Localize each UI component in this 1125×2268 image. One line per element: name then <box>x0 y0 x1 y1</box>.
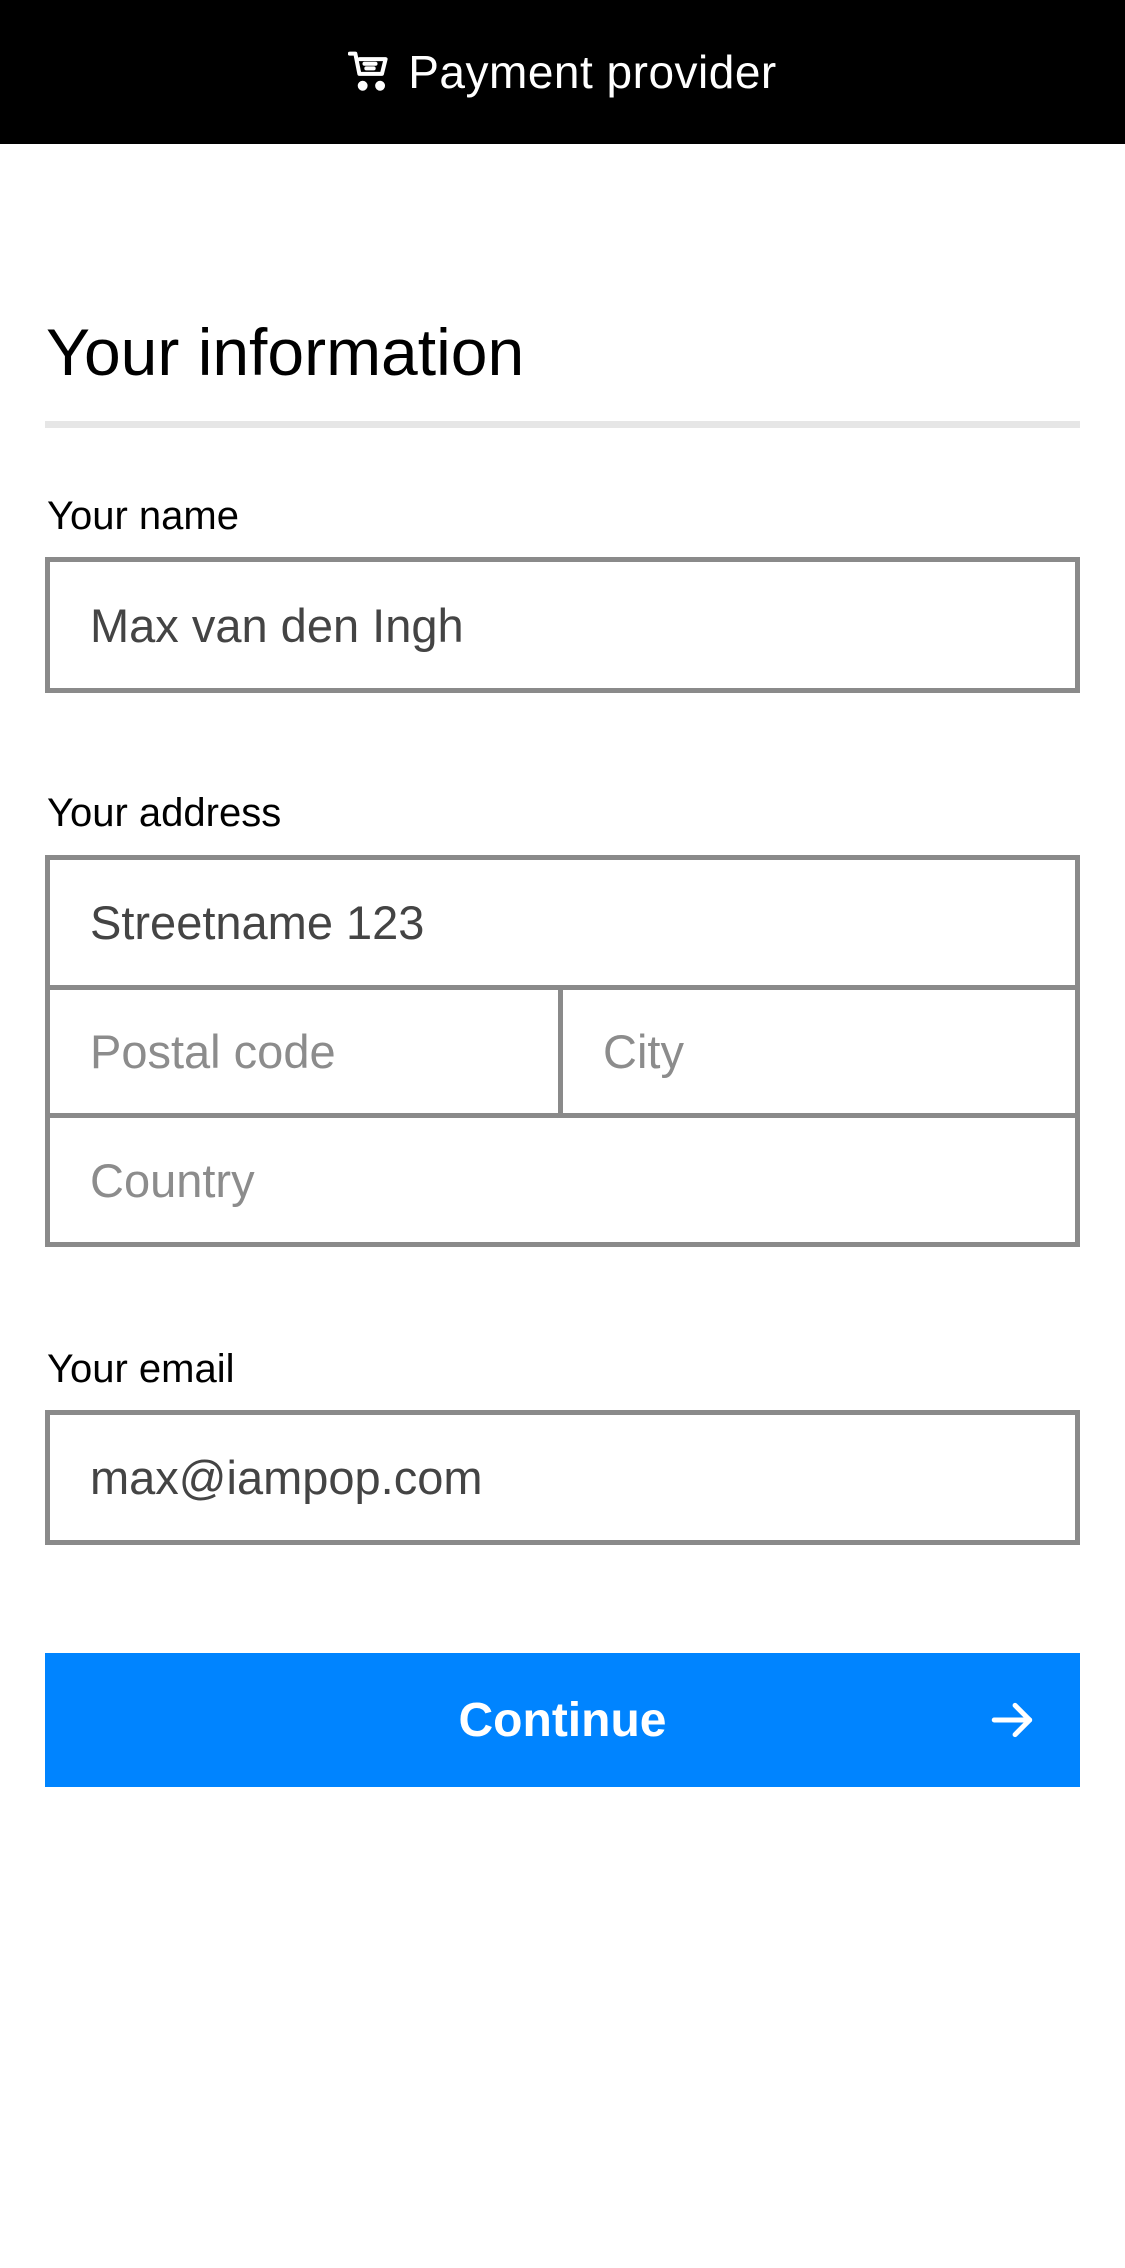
arrow-right-icon <box>988 1695 1038 1745</box>
page-title: Your information <box>46 315 525 389</box>
shopping-cart-icon <box>348 50 392 94</box>
title-divider <box>45 421 1080 428</box>
email-input[interactable] <box>45 1410 1080 1545</box>
continue-label: Continue <box>458 1693 667 1747</box>
name-label: Your name <box>47 494 239 538</box>
name-input[interactable] <box>45 557 1080 693</box>
address-label: Your address <box>47 791 282 835</box>
city-input[interactable] <box>558 985 1080 1118</box>
top-bar: Payment provider <box>0 0 1125 144</box>
postal-code-input[interactable] <box>45 985 565 1118</box>
email-label: Your email <box>47 1347 235 1391</box>
continue-button[interactable]: Continue <box>45 1653 1080 1787</box>
street-input[interactable] <box>45 855 1080 990</box>
app-title: Payment provider <box>408 46 777 98</box>
country-input[interactable] <box>45 1113 1080 1247</box>
